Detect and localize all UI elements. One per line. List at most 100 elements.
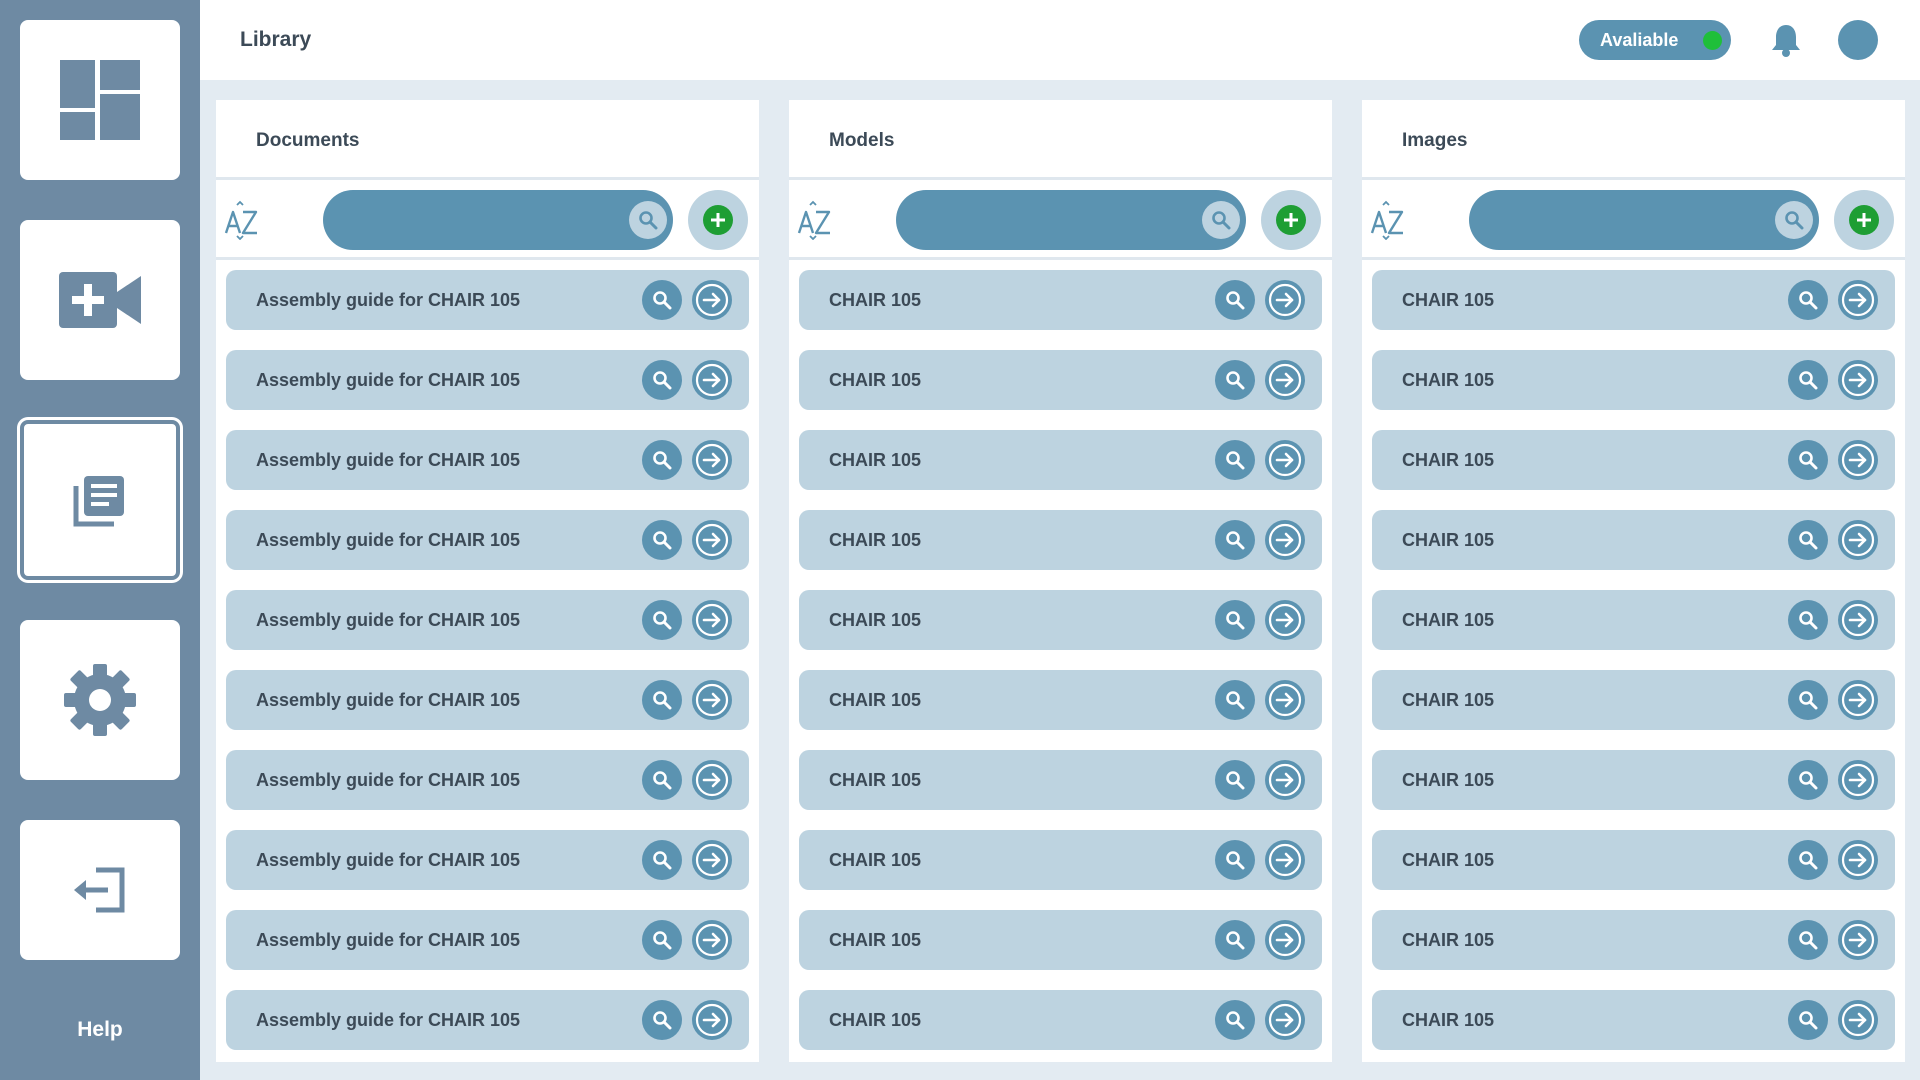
- open-button[interactable]: [1265, 280, 1305, 320]
- list-item[interactable]: Assembly guide for CHAIR 105: [226, 270, 749, 330]
- preview-button[interactable]: [1788, 1000, 1828, 1040]
- open-button[interactable]: [1265, 600, 1305, 640]
- add-item-button[interactable]: [688, 190, 748, 250]
- list-item[interactable]: CHAIR 105: [1372, 590, 1895, 650]
- open-button[interactable]: [1838, 440, 1878, 480]
- list-item[interactable]: Assembly guide for CHAIR 105: [226, 750, 749, 810]
- list-item[interactable]: CHAIR 105: [799, 350, 1322, 410]
- open-button[interactable]: [1838, 760, 1878, 800]
- open-button[interactable]: [692, 520, 732, 560]
- list-item[interactable]: CHAIR 105: [1372, 350, 1895, 410]
- open-button[interactable]: [692, 920, 732, 960]
- preview-button[interactable]: [1215, 360, 1255, 400]
- preview-button[interactable]: [1215, 920, 1255, 960]
- status-toggle[interactable]: Avaliable: [1579, 20, 1731, 60]
- list-item[interactable]: CHAIR 105: [799, 270, 1322, 330]
- open-button[interactable]: [692, 440, 732, 480]
- list-item[interactable]: Assembly guide for CHAIR 105: [226, 830, 749, 890]
- open-button[interactable]: [692, 1000, 732, 1040]
- preview-button[interactable]: [642, 760, 682, 800]
- open-button[interactable]: [1265, 520, 1305, 560]
- preview-button[interactable]: [1788, 920, 1828, 960]
- preview-button[interactable]: [1215, 280, 1255, 320]
- preview-button[interactable]: [1215, 680, 1255, 720]
- preview-button[interactable]: [642, 1000, 682, 1040]
- sidebar-item-new-video[interactable]: [20, 220, 180, 380]
- list-item[interactable]: Assembly guide for CHAIR 105: [226, 510, 749, 570]
- open-button[interactable]: [692, 760, 732, 800]
- preview-button[interactable]: [1215, 600, 1255, 640]
- list-item[interactable]: Assembly guide for CHAIR 105: [226, 590, 749, 650]
- avatar[interactable]: [1838, 20, 1878, 60]
- open-button[interactable]: [1838, 840, 1878, 880]
- list-item[interactable]: CHAIR 105: [1372, 750, 1895, 810]
- open-button[interactable]: [1838, 600, 1878, 640]
- add-item-button[interactable]: [1834, 190, 1894, 250]
- list-item[interactable]: CHAIR 105: [799, 830, 1322, 890]
- open-button[interactable]: [1838, 920, 1878, 960]
- search-button[interactable]: [1775, 201, 1813, 239]
- open-button[interactable]: [1265, 360, 1305, 400]
- sort-button[interactable]: [224, 200, 260, 241]
- list-item[interactable]: CHAIR 105: [1372, 670, 1895, 730]
- preview-button[interactable]: [1788, 280, 1828, 320]
- open-button[interactable]: [1838, 360, 1878, 400]
- open-button[interactable]: [692, 360, 732, 400]
- list-item[interactable]: CHAIR 105: [1372, 510, 1895, 570]
- preview-button[interactable]: [642, 600, 682, 640]
- preview-button[interactable]: [1788, 520, 1828, 560]
- sort-button[interactable]: [1370, 200, 1406, 241]
- search-button[interactable]: [629, 201, 667, 239]
- open-button[interactable]: [1838, 680, 1878, 720]
- sort-button[interactable]: [797, 200, 833, 241]
- preview-button[interactable]: [1788, 360, 1828, 400]
- preview-button[interactable]: [642, 360, 682, 400]
- open-button[interactable]: [1265, 840, 1305, 880]
- preview-button[interactable]: [1215, 440, 1255, 480]
- list-item[interactable]: CHAIR 105: [799, 590, 1322, 650]
- preview-button[interactable]: [642, 920, 682, 960]
- add-item-button[interactable]: [1261, 190, 1321, 250]
- list-item[interactable]: CHAIR 105: [799, 990, 1322, 1050]
- open-button[interactable]: [692, 280, 732, 320]
- open-button[interactable]: [1265, 920, 1305, 960]
- preview-button[interactable]: [1215, 1000, 1255, 1040]
- open-button[interactable]: [1265, 760, 1305, 800]
- list-item[interactable]: CHAIR 105: [799, 910, 1322, 970]
- open-button[interactable]: [1838, 1000, 1878, 1040]
- list-item[interactable]: Assembly guide for CHAIR 105: [226, 910, 749, 970]
- list-item[interactable]: Assembly guide for CHAIR 105: [226, 670, 749, 730]
- preview-button[interactable]: [642, 280, 682, 320]
- sidebar-item-dashboard[interactable]: [20, 20, 180, 180]
- list-item[interactable]: CHAIR 105: [1372, 270, 1895, 330]
- open-button[interactable]: [692, 840, 732, 880]
- list-item[interactable]: CHAIR 105: [799, 750, 1322, 810]
- preview-button[interactable]: [1788, 440, 1828, 480]
- preview-button[interactable]: [1788, 680, 1828, 720]
- list-item[interactable]: Assembly guide for CHAIR 105: [226, 990, 749, 1050]
- preview-button[interactable]: [1215, 760, 1255, 800]
- sidebar-item-settings[interactable]: [20, 620, 180, 780]
- list-item[interactable]: CHAIR 105: [799, 670, 1322, 730]
- list-item[interactable]: Assembly guide for CHAIR 105: [226, 350, 749, 410]
- open-button[interactable]: [692, 680, 732, 720]
- search-button[interactable]: [1202, 201, 1240, 239]
- search-input[interactable]: [920, 200, 1190, 240]
- list-item[interactable]: CHAIR 105: [1372, 910, 1895, 970]
- list-item[interactable]: Assembly guide for CHAIR 105: [226, 430, 749, 490]
- open-button[interactable]: [1265, 440, 1305, 480]
- open-button[interactable]: [692, 600, 732, 640]
- search-input[interactable]: [347, 200, 617, 240]
- preview-button[interactable]: [1788, 760, 1828, 800]
- help-link[interactable]: Help: [0, 1018, 200, 1042]
- notifications-button[interactable]: [1766, 20, 1806, 60]
- sidebar-item-logout[interactable]: [20, 820, 180, 960]
- open-button[interactable]: [1838, 280, 1878, 320]
- list-item[interactable]: CHAIR 105: [1372, 990, 1895, 1050]
- search-input[interactable]: [1493, 200, 1763, 240]
- open-button[interactable]: [1838, 520, 1878, 560]
- list-item[interactable]: CHAIR 105: [799, 430, 1322, 490]
- preview-button[interactable]: [1215, 840, 1255, 880]
- preview-button[interactable]: [1788, 840, 1828, 880]
- preview-button[interactable]: [1788, 600, 1828, 640]
